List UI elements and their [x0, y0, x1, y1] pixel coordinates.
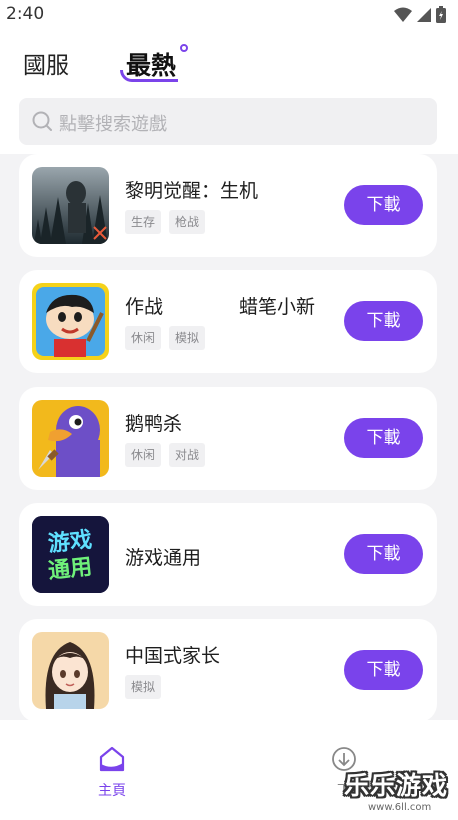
tag: 生存: [125, 210, 162, 234]
game-card[interactable]: 游戏 通用 游戏通用 下載: [19, 503, 437, 606]
game-name: 作战 蜡笔小新: [125, 296, 316, 318]
home-icon: [99, 746, 125, 772]
search-icon: [32, 111, 52, 131]
watermark-text: 乐乐游戏: [344, 771, 449, 800]
nav-home[interactable]: 主頁: [94, 746, 130, 800]
tag-list: 休闲 模拟: [125, 326, 206, 350]
tab-active-indicator: [120, 70, 178, 82]
anime-girl-icon[interactable]: [32, 632, 109, 709]
header: 國服 最熱 點擊搜索遊戲: [0, 30, 458, 154]
game-card[interactable]: 中国式家长 模拟 下載: [19, 619, 437, 720]
tag: 休闲: [125, 326, 162, 350]
tag: 枪战: [169, 210, 206, 234]
download-button[interactable]: 下載: [344, 185, 423, 225]
game-name: 鹅鸭杀: [125, 413, 183, 435]
crayon-shin-chan-icon[interactable]: [32, 283, 109, 360]
tag-list: 生存 枪战: [125, 210, 206, 234]
tag-list: 休闲 对战: [125, 443, 206, 467]
tag: 模拟: [169, 326, 206, 350]
watermark-url: www.6ll.com: [368, 802, 432, 813]
download-button[interactable]: 下載: [344, 650, 423, 690]
status-icons: [394, 6, 446, 23]
tab-domestic[interactable]: 國服: [23, 46, 69, 80]
search-bar[interactable]: 點擊搜索遊戲: [19, 98, 437, 145]
tag-list: 模拟: [125, 675, 162, 699]
wifi-icon: [394, 7, 412, 22]
game-name: 中国式家长: [125, 645, 221, 667]
battery-icon: [436, 6, 446, 23]
watermark: 乐乐游戏 www.6ll.com: [342, 766, 458, 820]
download-button[interactable]: 下載: [344, 301, 423, 341]
tag: 对战: [169, 443, 206, 467]
download-button[interactable]: 下載: [344, 418, 423, 458]
game-name: 游戏通用: [125, 547, 202, 569]
tag: 模拟: [125, 675, 162, 699]
dark-forest-game-icon[interactable]: [32, 167, 109, 244]
purple-goose-icon[interactable]: [32, 400, 109, 477]
tag: 休闲: [125, 443, 162, 467]
icon-text-line1: 游戏: [47, 527, 93, 557]
download-button[interactable]: 下載: [344, 534, 423, 574]
status-time: 2:40: [6, 4, 45, 24]
game-name: 黎明觉醒：生机: [125, 180, 259, 202]
game-universal-text-icon[interactable]: 游戏 通用: [32, 516, 109, 593]
tab-active-dot: [180, 44, 188, 52]
game-card[interactable]: 作战 蜡笔小新 休闲 模拟 下載: [19, 270, 437, 373]
status-bar: 2:40: [0, 0, 458, 30]
game-card[interactable]: 黎明觉醒：生机 生存 枪战 下載: [19, 154, 437, 257]
search-placeholder: 點擊搜索遊戲: [59, 114, 167, 135]
game-list[interactable]: 黎明觉醒：生机 生存 枪战 下載 作战 蜡笔小新 休闲 模拟 下載 鹅鸭杀 休闲…: [0, 154, 458, 720]
signal-icon: [417, 7, 431, 22]
icon-text-line2: 通用: [47, 555, 93, 584]
game-card[interactable]: 鹅鸭杀 休闲 对战 下載: [19, 387, 437, 490]
nav-home-label: 主頁: [98, 783, 126, 799]
